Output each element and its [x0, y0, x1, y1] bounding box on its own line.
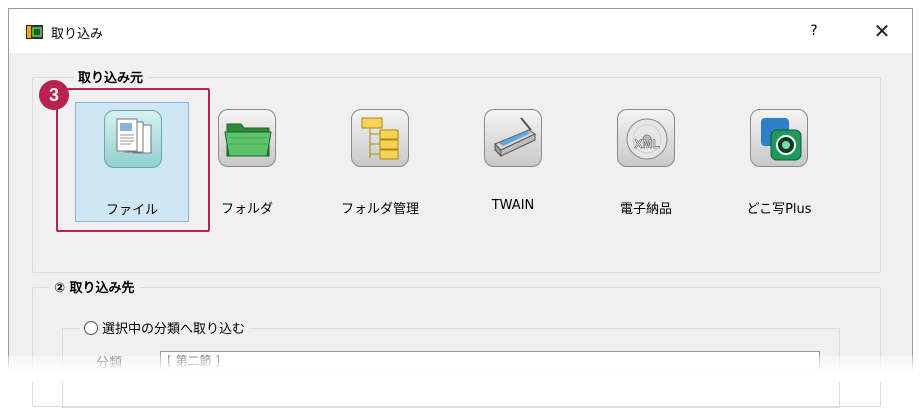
- radio-button[interactable]: [84, 321, 98, 335]
- help-button[interactable]: ?: [799, 17, 829, 45]
- bottom-fade: [0, 356, 923, 381]
- green-folder-icon: [218, 109, 276, 167]
- title-bar: 取り込み ? ✕: [9, 9, 912, 53]
- close-button[interactable]: ✕: [867, 17, 897, 45]
- app-icon: [26, 25, 43, 39]
- step-badge: 3: [39, 80, 69, 110]
- source-twain-button[interactable]: TWAIN: [456, 102, 570, 222]
- xml-text: XML: [634, 137, 659, 151]
- source-folder-management-label: フォルダ管理: [340, 202, 419, 217]
- source-file-label: ファイル: [105, 203, 158, 218]
- document-stack-icon: [104, 110, 162, 168]
- destination-group-title: ② 取り込み先: [50, 277, 139, 296]
- folder-tree-icon: [351, 109, 409, 167]
- scanner-icon: [484, 109, 542, 167]
- source-dokosha-plus-label: どこ写Plus: [746, 202, 812, 217]
- source-folder-label: フォルダ: [220, 202, 273, 217]
- import-to-selected-radio-row[interactable]: 選択中の分類へ取り込む: [80, 318, 250, 337]
- xml-disc-icon: XML: [617, 109, 675, 167]
- source-electronic-delivery-button[interactable]: XML 電子納品: [589, 102, 703, 222]
- source-dokosha-plus-button[interactable]: どこ写Plus: [722, 102, 836, 222]
- source-group-title: 取り込み元: [74, 67, 148, 86]
- source-folder-button[interactable]: フォルダ: [190, 102, 304, 222]
- source-twain-label: TWAIN: [491, 198, 535, 213]
- source-folder-management-button[interactable]: フォルダ管理: [323, 102, 437, 222]
- window-title: 取り込み: [51, 27, 104, 42]
- camera-plus-icon: [750, 109, 808, 167]
- radio-label: 選択中の分類へ取り込む: [102, 322, 246, 337]
- source-file-button[interactable]: ファイル: [75, 102, 189, 222]
- source-electronic-delivery-label: 電子納品: [619, 202, 672, 217]
